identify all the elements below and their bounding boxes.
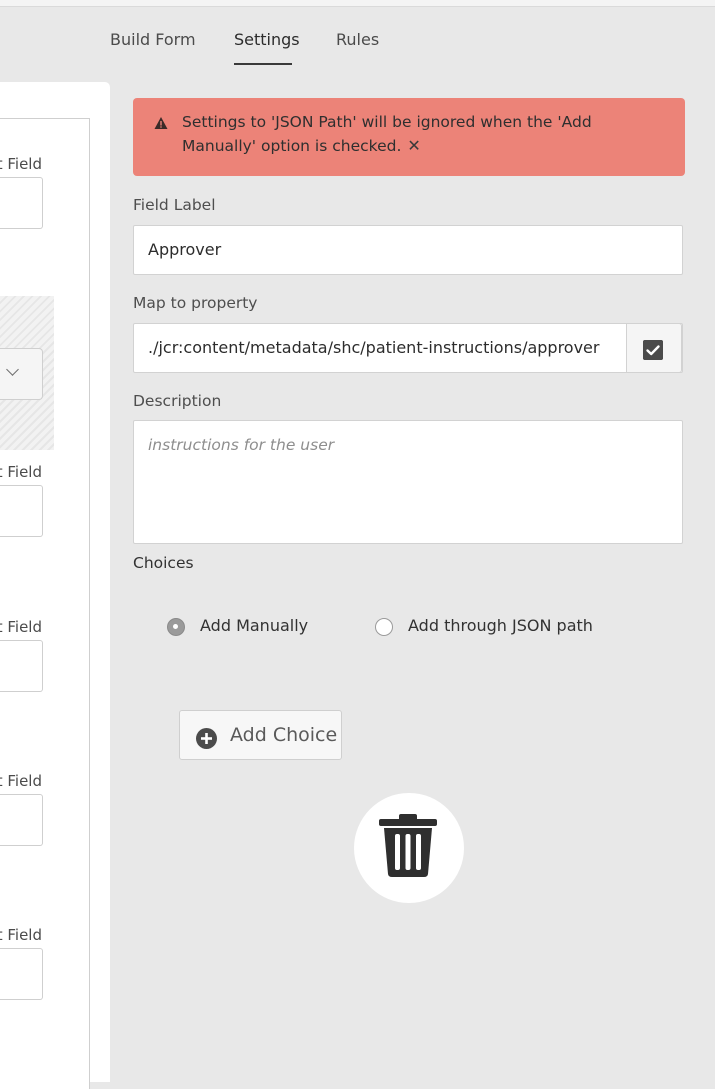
canvas-field-label: t Field	[0, 926, 42, 944]
warning-icon	[154, 117, 168, 129]
chevron-down-icon	[6, 363, 19, 376]
active-tab-indicator	[234, 63, 292, 65]
canvas-text-field[interactable]	[0, 485, 43, 537]
radio-add-manually[interactable]	[167, 618, 185, 636]
choices-radio-group: Add Manually Add through JSON path	[0, 616, 715, 640]
tab-settings[interactable]: Settings	[234, 30, 300, 49]
canvas-field-label: t Field	[0, 772, 42, 790]
canvas-text-field[interactable]	[0, 177, 43, 229]
add-choice-label: Add Choice	[230, 724, 338, 746]
trash-icon	[379, 814, 437, 877]
top-border	[0, 0, 715, 7]
radio-add-manually-label[interactable]: Add Manually	[200, 616, 308, 635]
checkmark-icon	[643, 340, 663, 360]
add-choice-button[interactable]: Add Choice	[179, 710, 342, 760]
radio-add-json-path-label[interactable]: Add through JSON path	[408, 616, 593, 635]
field-label-input[interactable]: Approver	[133, 225, 683, 275]
canvas-text-field[interactable]	[0, 640, 43, 692]
canvas-field-label: t Field	[0, 155, 42, 173]
tab-build-form[interactable]: Build Form	[110, 30, 196, 49]
add-circle-icon	[196, 728, 217, 749]
close-icon[interactable]: ✕	[407, 134, 420, 157]
alert-message: Settings to 'JSON Path' will be ignored …	[182, 113, 592, 155]
canvas-field-label: t Field	[0, 463, 42, 481]
canvas-text-field[interactable]	[0, 948, 43, 1000]
delete-field-button[interactable]	[354, 793, 464, 903]
description-label: Description	[133, 392, 222, 410]
choices-label: Choices	[133, 554, 194, 572]
warning-alert: Settings to 'JSON Path' will be ignored …	[133, 98, 685, 176]
canvas-select-field[interactable]	[0, 348, 43, 400]
map-to-property-label: Map to property	[133, 294, 258, 312]
field-label-label: Field Label	[133, 196, 216, 214]
map-to-property-checkbox[interactable]	[626, 323, 682, 373]
field-label-value: Approver	[148, 240, 222, 259]
description-textarea[interactable]: instructions for the user	[133, 420, 683, 544]
radio-add-json-path[interactable]	[375, 618, 393, 636]
description-placeholder: instructions for the user	[148, 436, 335, 454]
map-to-property-value: ./jcr:content/metadata/shc/patient-instr…	[148, 338, 600, 357]
tab-rules[interactable]: Rules	[336, 30, 379, 49]
map-to-property-input[interactable]: ./jcr:content/metadata/shc/patient-instr…	[133, 323, 683, 373]
canvas-text-field[interactable]	[0, 794, 43, 846]
